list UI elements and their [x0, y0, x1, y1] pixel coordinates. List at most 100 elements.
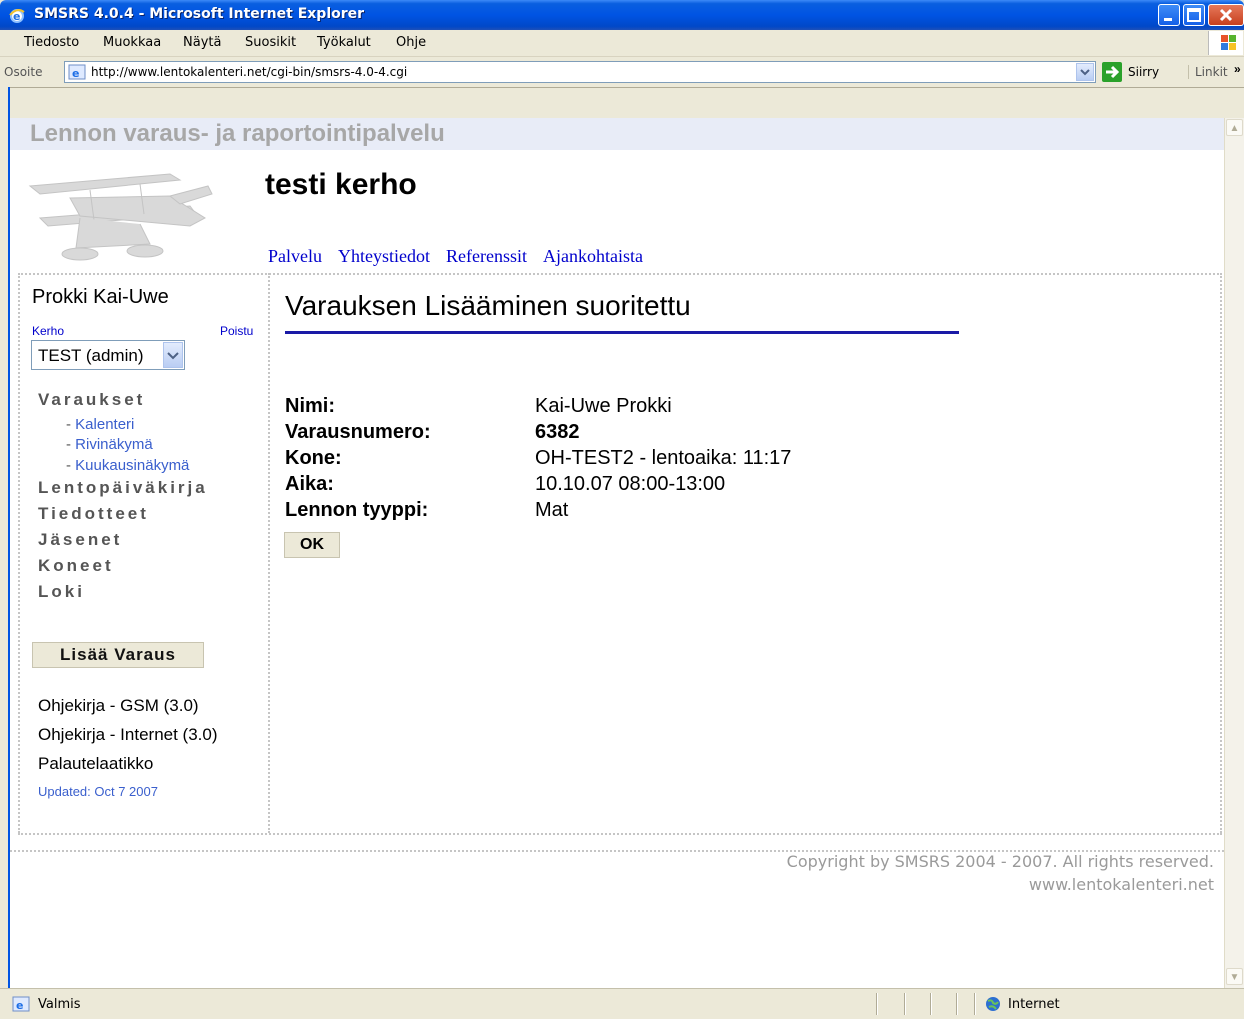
- feedback-link[interactable]: Palautelaatikko: [38, 754, 153, 774]
- scroll-up-icon[interactable]: ▲: [1226, 119, 1243, 136]
- updated-date: Updated: Oct 7 2007: [38, 784, 158, 799]
- windows-logo-icon: [1208, 31, 1243, 55]
- go-button[interactable]: Siirry: [1102, 62, 1178, 82]
- field-value-name: Kai-Uwe Prokki: [535, 395, 672, 417]
- bullet-dash: -: [66, 436, 76, 453]
- go-arrow-icon: [1102, 62, 1122, 82]
- divider: [18, 273, 1222, 275]
- divider: [18, 833, 1222, 835]
- field-value-time: 10.10.07 08:00-13:00: [535, 473, 726, 495]
- club-label: Kerho: [32, 324, 65, 338]
- divider: [1220, 273, 1222, 833]
- status-separator: [974, 993, 976, 1015]
- sidebar-subitem-label: Kalenteri: [75, 416, 135, 433]
- sidebar-subitem-kalenteri[interactable]: - Kalenteri: [66, 416, 134, 433]
- field-value-flight-type: Mat: [535, 499, 569, 521]
- sidebar-item-lentopaivakirja[interactable]: Lentopäiväkirja: [38, 478, 208, 498]
- page-title: Varauksen Lisääminen suoritettu: [285, 290, 691, 321]
- divider: [268, 273, 270, 833]
- club-name: testi kerho: [265, 168, 417, 201]
- footer-copyright: Copyright by SMSRS 2004 - 2007. All righ…: [787, 850, 1214, 896]
- window-title-bar[interactable]: e SMSRS 4.0.4 - Microsoft Internet Explo…: [0, 0, 1244, 30]
- manual-internet-link[interactable]: Ohjekirja - Internet (3.0): [38, 725, 218, 745]
- field-value-reservation-number: 6382: [535, 421, 580, 443]
- nav-link-yhteystiedot[interactable]: Yhteystiedot: [338, 246, 430, 266]
- menu-bar: Tiedosto Muokkaa Näytä Suosikit Työkalut…: [0, 30, 1244, 57]
- maximize-icon: [1187, 8, 1201, 22]
- copyright-text: Copyright by SMSRS 2004 - 2007. All righ…: [786, 852, 1214, 871]
- manual-gsm-link[interactable]: Ohjekirja - GSM (3.0): [38, 696, 199, 716]
- svg-text:e: e: [72, 67, 79, 80]
- sidebar-item-jasenet[interactable]: Jäsenet: [38, 530, 122, 550]
- page-status-icon: e: [12, 996, 30, 1012]
- status-bar: e Valmis Internet: [0, 988, 1244, 1019]
- address-label: Osoite: [4, 65, 43, 79]
- ok-button[interactable]: OK: [284, 532, 340, 558]
- sidebar-item-tiedotteet[interactable]: Tiedotteet: [38, 504, 149, 524]
- chevron-down-icon: [167, 352, 179, 360]
- user-name: Prokki Kai-Uwe: [32, 286, 169, 308]
- security-zone: Internet: [1008, 997, 1060, 1012]
- menu-edit[interactable]: Muokkaa: [103, 35, 161, 50]
- close-icon: [1219, 8, 1233, 22]
- window-title: SMSRS 4.0.4 - Microsoft Internet Explore…: [34, 6, 365, 22]
- window-frame-left: [0, 87, 10, 988]
- club-select-value: TEST (admin): [38, 346, 144, 365]
- nav-link-palvelu[interactable]: Palvelu: [268, 246, 322, 266]
- field-label-name: Nimi:: [285, 395, 335, 417]
- links-toolbar[interactable]: Linkit: [1188, 65, 1228, 79]
- service-title: Lennon varaus- ja raportointipalvelu: [30, 120, 445, 147]
- nav-link-ajankohtaista[interactable]: Ajankohtaista: [543, 246, 643, 266]
- bullet-dash: -: [66, 457, 76, 474]
- sidebar-subitem-kuukausinakyma[interactable]: - Kuukausinäkymä: [66, 457, 189, 474]
- heading-underline: [285, 331, 959, 334]
- status-separator: [930, 993, 932, 1015]
- logout-link[interactable]: Poistu: [220, 324, 253, 338]
- page-icon: e: [68, 64, 86, 80]
- status-separator: [904, 993, 906, 1015]
- status-text: Valmis: [38, 997, 81, 1012]
- maximize-button[interactable]: [1183, 4, 1205, 26]
- menu-tools[interactable]: Työkalut: [317, 35, 371, 50]
- field-value-aircraft: OH-TEST2 - lentoaika: 11:17: [535, 447, 792, 469]
- club-select[interactable]: TEST (admin): [31, 340, 185, 370]
- sidebar-subitem-label: Rivinäkymä: [75, 436, 153, 453]
- add-reservation-button[interactable]: Lisää Varaus: [32, 642, 204, 668]
- status-separator: [876, 993, 878, 1015]
- chevron-down-icon: [1080, 69, 1090, 76]
- address-bar: Osoite e http://www.lentokalenteri.net/c…: [0, 57, 1244, 88]
- menu-view[interactable]: Näytä: [183, 35, 221, 50]
- service-header: Lennon varaus- ja raportointipalvelu: [10, 118, 1224, 150]
- menu-help[interactable]: Ohje: [396, 35, 426, 50]
- close-button[interactable]: [1208, 4, 1244, 26]
- biplane-logo: [28, 173, 213, 261]
- links-chevron-icon[interactable]: »: [1234, 62, 1241, 76]
- site-url: www.lentokalenteri.net: [1028, 875, 1214, 894]
- svg-text:e: e: [16, 999, 23, 1012]
- menu-favorites[interactable]: Suosikit: [245, 35, 296, 50]
- sidebar-item-loki[interactable]: Loki: [38, 582, 85, 602]
- club-select-dropdown-button[interactable]: [163, 342, 183, 368]
- minimize-button[interactable]: [1158, 4, 1180, 26]
- field-label-reservation-number: Varausnumero:: [285, 421, 431, 443]
- nav-link-referenssit[interactable]: Referenssit: [446, 246, 527, 266]
- vertical-scrollbar[interactable]: ▲ ▼: [1224, 118, 1244, 988]
- status-separator: [956, 993, 958, 1015]
- page-viewport: Lennon varaus- ja raportointipalvelu tes…: [10, 118, 1224, 988]
- address-url: http://www.lentokalenteri.net/cgi-bin/sm…: [91, 65, 408, 79]
- sidebar-item-varaukset[interactable]: Varaukset: [38, 390, 145, 410]
- address-dropdown-button[interactable]: [1076, 63, 1094, 81]
- globe-icon: [986, 997, 1000, 1011]
- sidebar-subitem-rivinakyma[interactable]: - Rivinäkymä: [66, 436, 153, 453]
- go-label: Siirry: [1128, 65, 1160, 79]
- address-input[interactable]: e http://www.lentokalenteri.net/cgi-bin/…: [64, 61, 1096, 83]
- internet-explorer-icon: e: [9, 9, 25, 23]
- scroll-down-icon[interactable]: ▼: [1226, 968, 1243, 985]
- divider: [18, 273, 20, 833]
- field-label-time: Aika:: [285, 473, 334, 495]
- sidebar-subitem-label: Kuukausinäkymä: [75, 457, 190, 474]
- field-label-flight-type: Lennon tyyppi:: [285, 499, 429, 521]
- sidebar-item-koneet[interactable]: Koneet: [38, 556, 114, 576]
- menu-file[interactable]: Tiedosto: [24, 35, 79, 50]
- field-label-aircraft: Kone:: [285, 447, 342, 469]
